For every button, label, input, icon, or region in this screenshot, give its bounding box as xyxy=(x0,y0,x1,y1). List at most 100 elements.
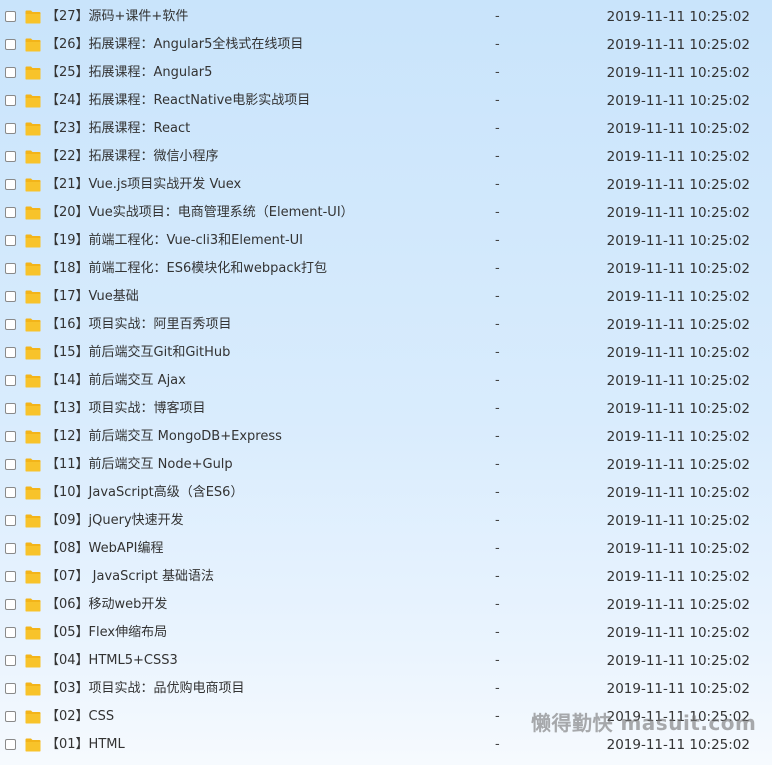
file-row[interactable]: 【15】前后端交互Git和GitHub - 2019-11-11 10:25:02 xyxy=(0,339,772,367)
folder-name-link[interactable]: 【03】项目实战：品优购电商项目 xyxy=(46,675,245,703)
file-row[interactable]: 【20】Vue实战项目：电商管理系统（Element-UI） - 2019-11-1… xyxy=(0,199,772,227)
row-checkbox[interactable] xyxy=(5,263,16,274)
file-row[interactable]: 【18】前端工程化：ES6模块化和webpack打包 - 2019-11-11 10… xyxy=(0,255,772,283)
modified-date: 2019-11-11 10:25:02 xyxy=(606,457,750,473)
file-row[interactable]: 【03】项目实战：品优购电商项目 - 2019-11-11 10:25:02 xyxy=(0,675,772,703)
row-checkbox[interactable] xyxy=(5,11,16,22)
folder-name-link[interactable]: 【11】前后端交互 Node+Gulp xyxy=(46,451,233,479)
folder-icon xyxy=(25,205,41,220)
row-checkbox[interactable] xyxy=(5,179,16,190)
file-row[interactable]: 【14】前后端交互 Ajax - 2019-11-11 10:25:02 xyxy=(0,367,772,395)
row-checkbox[interactable] xyxy=(5,739,16,750)
folder-name-link[interactable]: 【05】Flex伸缩布局 xyxy=(46,619,167,647)
file-row[interactable]: 【10】JavaScript高级（含ES6） - 2019-11-11 10:25:… xyxy=(0,479,772,507)
folder-name-link[interactable]: 【01】HTML xyxy=(46,731,125,759)
file-size: - xyxy=(495,205,500,220)
file-row[interactable]: 【13】项目实战：博客项目 - 2019-11-11 10:25:02 xyxy=(0,395,772,423)
modified-date: 2019-11-11 10:25:02 xyxy=(606,233,750,249)
file-size: - xyxy=(495,121,500,136)
folder-name-link[interactable]: 【23】拓展课程：React xyxy=(46,115,190,143)
folder-name-link[interactable]: 【13】项目实战：博客项目 xyxy=(46,395,206,423)
file-size: - xyxy=(495,709,500,724)
row-checkbox[interactable] xyxy=(5,403,16,414)
folder-name-link[interactable]: 【25】拓展课程：Angular5 xyxy=(46,59,212,87)
folder-name-link[interactable]: 【14】前后端交互 Ajax xyxy=(46,367,186,395)
file-size: - xyxy=(495,597,500,612)
folder-name-link[interactable]: 【08】WebAPI编程 xyxy=(46,535,163,563)
row-checkbox[interactable] xyxy=(5,291,16,302)
file-row[interactable]: 【26】拓展课程：Angular5全栈式在线项目 - 2019-11-11 10:2… xyxy=(0,31,772,59)
row-checkbox[interactable] xyxy=(5,123,16,134)
file-row[interactable]: 【08】WebAPI编程 - 2019-11-11 10:25:02 xyxy=(0,535,772,563)
folder-name-link[interactable]: 【07】 JavaScript 基础语法 xyxy=(46,563,214,591)
file-row[interactable]: 【04】HTML5+CSS3 - 2019-11-11 10:25:02 xyxy=(0,647,772,675)
file-row[interactable]: 【12】前后端交互 MongoDB+Express - 2019-11-11 10:… xyxy=(0,423,772,451)
row-checkbox[interactable] xyxy=(5,207,16,218)
folder-name-link[interactable]: 【21】Vue.js项目实战开发 Vuex xyxy=(46,171,241,199)
folder-name-link[interactable]: 【09】jQuery快速开发 xyxy=(46,507,184,535)
folder-icon xyxy=(25,233,41,248)
row-checkbox[interactable] xyxy=(5,627,16,638)
file-row[interactable]: 【19】前端工程化：Vue-cli3和Element-UI - 2019-11-11… xyxy=(0,227,772,255)
folder-name-link[interactable]: 【22】拓展课程：微信小程序 xyxy=(46,143,219,171)
row-checkbox[interactable] xyxy=(5,39,16,50)
row-checkbox[interactable] xyxy=(5,67,16,78)
folder-name-link[interactable]: 【20】Vue实战项目：电商管理系统（Element-UI） xyxy=(46,199,354,227)
modified-date: 2019-11-11 10:25:02 xyxy=(606,37,750,53)
row-checkbox[interactable] xyxy=(5,431,16,442)
row-checkbox[interactable] xyxy=(5,459,16,470)
file-row[interactable]: 【07】 JavaScript 基础语法 - 2019-11-11 10:25:02 xyxy=(0,563,772,591)
file-row[interactable]: 【22】拓展课程：微信小程序 - 2019-11-11 10:25:02 xyxy=(0,143,772,171)
file-row[interactable]: 【11】前后端交互 Node+Gulp - 2019-11-11 10:25:02 xyxy=(0,451,772,479)
folder-name-link[interactable]: 【06】移动web开发 xyxy=(46,591,167,619)
file-row[interactable]: 【25】拓展课程：Angular5 - 2019-11-11 10:25:02 xyxy=(0,59,772,87)
modified-date: 2019-11-11 10:25:02 xyxy=(606,121,750,137)
folder-icon xyxy=(25,597,41,612)
file-size: - xyxy=(495,681,500,696)
row-checkbox[interactable] xyxy=(5,375,16,386)
row-checkbox[interactable] xyxy=(5,95,16,106)
file-row[interactable]: 【17】Vue基础 - 2019-11-11 10:25:02 xyxy=(0,283,772,311)
folder-name-link[interactable]: 【12】前后端交互 MongoDB+Express xyxy=(46,423,282,451)
row-checkbox[interactable] xyxy=(5,235,16,246)
folder-icon xyxy=(25,261,41,276)
row-checkbox[interactable] xyxy=(5,487,16,498)
row-checkbox[interactable] xyxy=(5,711,16,722)
folder-name-link[interactable]: 【04】HTML5+CSS3 xyxy=(46,647,178,675)
folder-icon xyxy=(25,429,41,444)
file-size: - xyxy=(495,513,500,528)
folder-name-link[interactable]: 【10】JavaScript高级（含ES6） xyxy=(46,479,243,507)
file-row[interactable]: 【27】源码+课件+软件 - 2019-11-11 10:25:02 xyxy=(0,3,772,31)
file-row[interactable]: 【21】Vue.js项目实战开发 Vuex - 2019-11-11 10:25:0… xyxy=(0,171,772,199)
row-checkbox[interactable] xyxy=(5,599,16,610)
folder-name-link[interactable]: 【24】拓展课程：ReactNative电影实战项目 xyxy=(46,87,310,115)
file-size: - xyxy=(495,569,500,584)
row-checkbox[interactable] xyxy=(5,543,16,554)
row-checkbox[interactable] xyxy=(5,319,16,330)
file-row[interactable]: 【06】移动web开发 - 2019-11-11 10:25:02 xyxy=(0,591,772,619)
row-checkbox[interactable] xyxy=(5,683,16,694)
folder-name-link[interactable]: 【02】CSS xyxy=(46,703,114,731)
row-checkbox[interactable] xyxy=(5,151,16,162)
file-row[interactable]: 【16】项目实战：阿里百秀项目 - 2019-11-11 10:25:02 xyxy=(0,311,772,339)
row-checkbox[interactable] xyxy=(5,515,16,526)
folder-name-link[interactable]: 【18】前端工程化：ES6模块化和webpack打包 xyxy=(46,255,327,283)
folder-name-link[interactable]: 【15】前后端交互Git和GitHub xyxy=(46,339,230,367)
folder-name-link[interactable]: 【26】拓展课程：Angular5全栈式在线项目 xyxy=(46,31,303,59)
folder-name-link[interactable]: 【16】项目实战：阿里百秀项目 xyxy=(46,311,232,339)
row-checkbox[interactable] xyxy=(5,347,16,358)
folder-name-link[interactable]: 【27】源码+课件+软件 xyxy=(46,3,188,31)
folder-name-link[interactable]: 【17】Vue基础 xyxy=(46,283,139,311)
row-checkbox[interactable] xyxy=(5,571,16,582)
file-row[interactable]: 【09】jQuery快速开发 - 2019-11-11 10:25:02 xyxy=(0,507,772,535)
folder-icon xyxy=(25,737,41,752)
modified-date: 2019-11-11 10:25:02 xyxy=(606,317,750,333)
file-row[interactable]: 【23】拓展课程：React - 2019-11-11 10:25:02 xyxy=(0,115,772,143)
file-row[interactable]: 【24】拓展课程：ReactNative电影实战项目 - 2019-11-11 10… xyxy=(0,87,772,115)
folder-name-link[interactable]: 【19】前端工程化：Vue-cli3和Element-UI xyxy=(46,227,303,255)
row-checkbox[interactable] xyxy=(5,655,16,666)
modified-date: 2019-11-11 10:25:02 xyxy=(606,653,750,669)
file-size: - xyxy=(495,177,500,192)
file-row[interactable]: 【05】Flex伸缩布局 - 2019-11-11 10:25:02 xyxy=(0,619,772,647)
modified-date: 2019-11-11 10:25:02 xyxy=(606,541,750,557)
